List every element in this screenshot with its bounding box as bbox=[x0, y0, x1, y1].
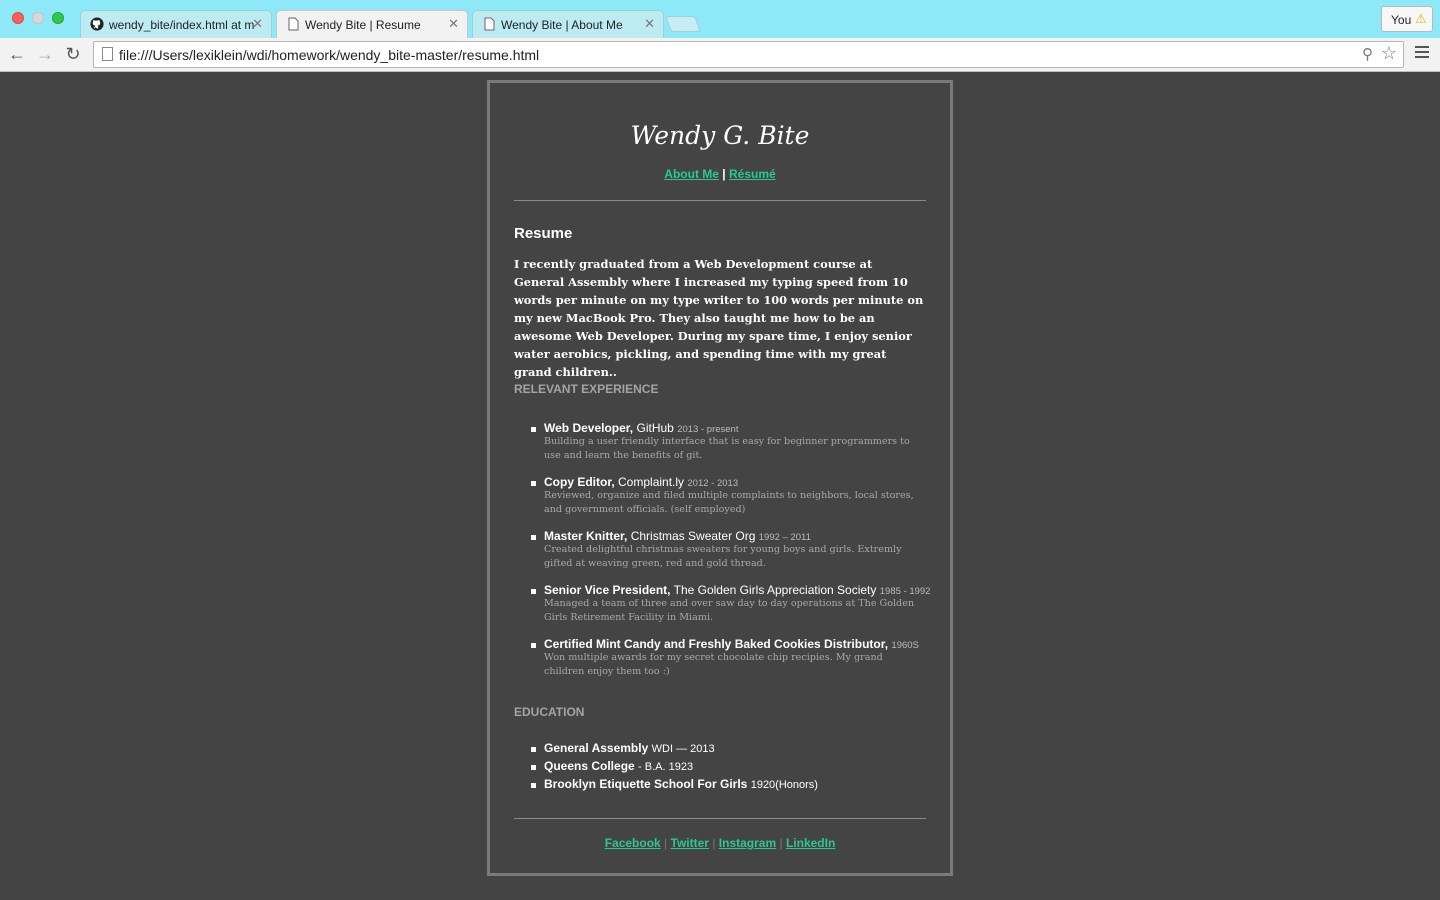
instagram-link[interactable]: Instagram bbox=[719, 836, 776, 850]
list-item: Master Knitter, Christmas Sweater Org 19… bbox=[514, 529, 926, 571]
job-title: Web Developer, bbox=[544, 421, 634, 435]
page-icon bbox=[102, 47, 113, 61]
new-tab-button[interactable] bbox=[665, 16, 701, 32]
job-years: 2013 - present bbox=[677, 424, 739, 435]
school-name: Queens College bbox=[544, 759, 635, 773]
forward-arrow-icon[interactable]: → bbox=[35, 44, 55, 64]
footer-links: Facebook | Twitter | Instagram | LinkedI… bbox=[490, 836, 950, 850]
close-tab-icon[interactable]: ✕ bbox=[252, 16, 263, 32]
job-org: Complaint.ly bbox=[618, 475, 685, 489]
tab-github[interactable]: wendy_bite/index.html at m ✕ bbox=[80, 10, 272, 38]
divider bbox=[514, 200, 926, 201]
linkedin-link[interactable]: LinkedIn bbox=[786, 836, 835, 850]
divider bbox=[514, 818, 926, 819]
profile-button[interactable]: You ⚠ bbox=[1381, 6, 1433, 32]
education-heading: EDUCATION bbox=[514, 705, 585, 719]
job-years: 1985 - 1992 bbox=[879, 586, 931, 597]
browser-titlebar: wendy_bite/index.html at m ✕ Wendy Bite … bbox=[0, 0, 1440, 38]
school-name: Brooklyn Etiquette School For Girls bbox=[544, 777, 748, 791]
close-tab-icon[interactable]: ✕ bbox=[448, 16, 459, 32]
experience-heading: RELEVANT EXPERIENCE bbox=[514, 382, 659, 396]
job-org: GitHub bbox=[636, 421, 674, 435]
bookmark-star-icon[interactable]: ☆ bbox=[1381, 43, 1397, 64]
facebook-link[interactable]: Facebook bbox=[605, 836, 661, 850]
twitter-link[interactable]: Twitter bbox=[671, 836, 709, 850]
search-icon[interactable]: ⚲ bbox=[1362, 45, 1373, 63]
job-org: Christmas Sweater Org bbox=[630, 529, 756, 543]
intro-text: Web Developer. During my spare time, I e… bbox=[514, 329, 912, 379]
tab-title: Wendy Bite | About Me bbox=[501, 18, 623, 32]
education-list: General Assembly WDI — 2013 Queens Colle… bbox=[514, 741, 926, 795]
list-item: Queens College - B.A. 1923 bbox=[514, 759, 926, 777]
tab-resume[interactable]: Wendy Bite | Resume ✕ bbox=[276, 10, 468, 38]
experience-list: Web Developer, GitHub 2013 - present Bui… bbox=[514, 421, 930, 691]
list-item: Web Developer, GitHub 2013 - present Bui… bbox=[514, 421, 926, 463]
job-description: Created delightful christmas sweaters fo… bbox=[544, 544, 902, 569]
list-item: Copy Editor, Complaint.ly 2012 - 2013 Re… bbox=[514, 475, 926, 517]
intro-text: I recently graduated from a Web Developm… bbox=[514, 257, 924, 325]
job-years: 1960S bbox=[891, 640, 919, 651]
top-nav: About Me | Résumé bbox=[490, 167, 950, 181]
resume-container: Wendy G. Bite About Me | Résumé Resume I… bbox=[487, 80, 953, 876]
intro-paragraph: I recently graduated from a Web Developm… bbox=[514, 255, 924, 381]
tab-title: Wendy Bite | Resume bbox=[305, 18, 421, 32]
resume-heading: Resume bbox=[514, 225, 573, 242]
nav-separator: | bbox=[722, 167, 726, 181]
intro-emphasis: awesome bbox=[514, 329, 572, 343]
job-years: 2012 - 2013 bbox=[687, 478, 739, 489]
school-detail: 1920(Honors) bbox=[750, 779, 818, 791]
close-tab-icon[interactable]: ✕ bbox=[644, 16, 655, 32]
job-title: Senior Vice President, bbox=[544, 583, 671, 597]
minimize-window-button[interactable] bbox=[32, 12, 44, 24]
job-title: Copy Editor, bbox=[544, 475, 615, 489]
job-years: 1992 – 2011 bbox=[758, 532, 811, 543]
back-arrow-icon[interactable]: ← bbox=[7, 44, 27, 64]
school-detail: WDI — 2013 bbox=[651, 743, 715, 755]
footer-separator: | bbox=[779, 836, 783, 850]
reload-icon[interactable]: ↻ bbox=[63, 44, 83, 64]
menu-icon[interactable] bbox=[1415, 46, 1429, 61]
maximize-window-button[interactable] bbox=[52, 12, 64, 24]
job-title: Certified Mint Candy and Freshly Baked C… bbox=[544, 637, 889, 651]
warning-icon: ⚠ bbox=[1415, 11, 1427, 26]
list-item: Brooklyn Etiquette School For Girls 1920… bbox=[514, 777, 926, 795]
about-me-link[interactable]: About Me bbox=[664, 167, 719, 181]
footer-separator: | bbox=[664, 836, 668, 850]
school-detail: - B.A. 1923 bbox=[638, 761, 694, 773]
job-description: Building a user friendly interface that … bbox=[544, 436, 910, 461]
page-icon bbox=[288, 17, 299, 31]
url-text: file:///Users/lexiklein/wdi/homework/wen… bbox=[119, 47, 540, 63]
tab-about-me[interactable]: Wendy Bite | About Me ✕ bbox=[472, 10, 664, 38]
job-description: Managed a team of three and over saw day… bbox=[544, 598, 915, 623]
job-title: Master Knitter, bbox=[544, 529, 628, 543]
resume-link[interactable]: Résumé bbox=[729, 167, 776, 181]
list-item: General Assembly WDI — 2013 bbox=[514, 741, 926, 759]
close-window-button[interactable] bbox=[12, 12, 24, 24]
job-description: Reviewed, organize and filed multiple co… bbox=[544, 490, 914, 515]
job-org: The Golden Girls Appreciation Society bbox=[673, 583, 877, 597]
tab-title: wendy_bite/index.html at m bbox=[109, 18, 255, 32]
page-title: Wendy G. Bite bbox=[630, 121, 810, 150]
browser-toolbar: ← → ↻ file:///Users/lexiklein/wdi/homewo… bbox=[0, 38, 1440, 72]
footer-separator: | bbox=[712, 836, 716, 850]
page-icon bbox=[484, 17, 495, 31]
school-name: General Assembly bbox=[544, 741, 649, 755]
job-description: Won multiple awards for my secret chocol… bbox=[544, 652, 883, 677]
profile-label: You bbox=[1391, 13, 1412, 27]
list-item: Certified Mint Candy and Freshly Baked C… bbox=[514, 637, 926, 679]
address-bar[interactable]: file:///Users/lexiklein/wdi/homework/wen… bbox=[93, 41, 1404, 68]
github-icon bbox=[90, 17, 104, 31]
list-item: Senior Vice President, The Golden Girls … bbox=[514, 583, 930, 625]
